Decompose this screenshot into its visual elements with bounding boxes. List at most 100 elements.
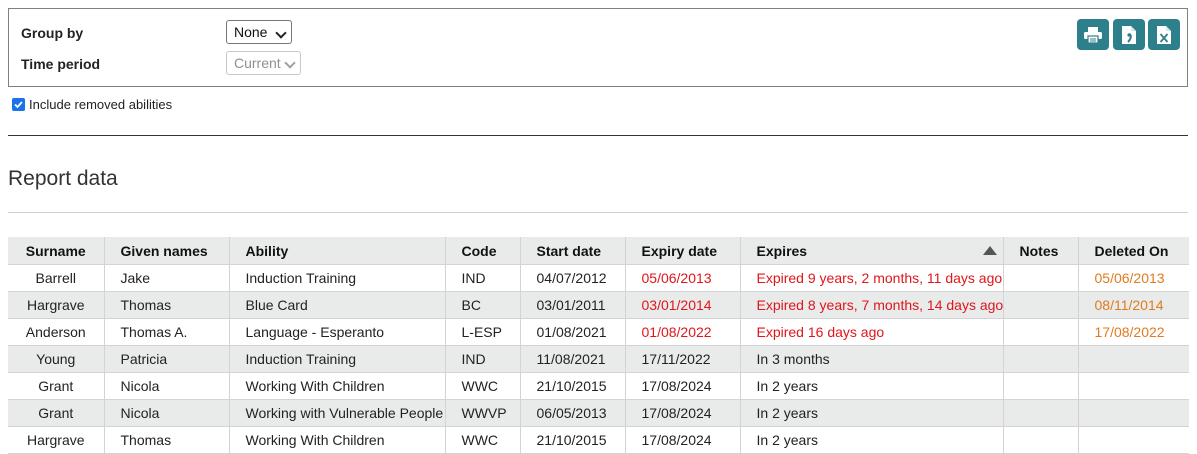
cell-deleted-on <box>1078 426 1189 454</box>
cell-deleted-on: 17/08/2022 <box>1078 318 1189 346</box>
time-period-label: Time period <box>21 56 101 72</box>
cell-surname: Barrell <box>8 264 105 292</box>
table-row: Hargrave Thomas Blue Card BC 03/01/2011 … <box>8 291 1189 319</box>
cell-start-date: 04/07/2012 <box>520 264 626 292</box>
cell-surname: Hargrave <box>8 426 105 454</box>
cell-expires: In 2 years <box>740 426 1004 454</box>
time-period-value: Current <box>234 55 281 71</box>
column-header-surname[interactable]: Surname <box>8 237 105 265</box>
group-by-select[interactable]: None <box>226 20 292 44</box>
filter-panel: Group by None Time period Current <box>8 8 1188 87</box>
cell-expiry-date: 17/08/2024 <box>625 426 741 454</box>
cell-notes <box>1003 291 1079 319</box>
cell-expiry-date: 17/11/2022 <box>625 345 741 373</box>
cell-code: IND <box>445 264 521 292</box>
cell-notes <box>1003 399 1079 427</box>
cell-surname: Grant <box>8 372 105 400</box>
cell-start-date: 21/10/2015 <box>520 372 626 400</box>
cell-ability: Language - Esperanto <box>229 318 446 346</box>
cell-start-date: 21/10/2015 <box>520 426 626 454</box>
cell-expires: Expired 8 years, 7 months, 14 days ago <box>740 291 1004 319</box>
cell-expires: Expired 16 days ago <box>740 318 1004 346</box>
table-row: Grant Nicola Working with Vulnerable Peo… <box>8 399 1189 427</box>
cell-code: WWC <box>445 372 521 400</box>
cell-given-names: Nicola <box>104 399 230 427</box>
time-period-select[interactable]: Current <box>226 51 301 75</box>
cell-deleted-on: 05/06/2013 <box>1078 264 1189 292</box>
divider <box>8 212 1188 213</box>
cell-expiry-date: 03/01/2014 <box>625 291 741 319</box>
column-header-expiry-date[interactable]: Expiry date <box>625 237 741 265</box>
column-header-start-date[interactable]: Start date <box>520 237 626 265</box>
cell-ability: Blue Card <box>229 291 446 319</box>
cell-notes <box>1003 426 1079 454</box>
cell-deleted-on: 08/11/2014 <box>1078 291 1189 319</box>
cell-code: IND <box>445 345 521 373</box>
cell-given-names: Jake <box>104 264 230 292</box>
chevron-down-icon <box>275 27 287 39</box>
cell-given-names: Thomas <box>104 291 230 319</box>
cell-notes <box>1003 372 1079 400</box>
table-row: Young Patricia Induction Training IND 11… <box>8 345 1189 373</box>
cell-given-names: Thomas <box>104 426 230 454</box>
cell-ability: Working With Children <box>229 426 446 454</box>
report-table: Surname Given names Ability Code Start d… <box>8 237 1189 454</box>
cell-expiry-date: 17/08/2024 <box>625 372 741 400</box>
cell-surname: Hargrave <box>8 291 105 319</box>
cell-deleted-on <box>1078 399 1189 427</box>
column-header-given-names[interactable]: Given names <box>104 237 230 265</box>
cell-surname: Anderson <box>8 318 105 346</box>
column-header-notes[interactable]: Notes <box>1003 237 1079 265</box>
cell-given-names: Nicola <box>104 372 230 400</box>
include-removed-row: Include removed abilities <box>12 97 172 112</box>
cell-deleted-on <box>1078 345 1189 373</box>
cell-notes <box>1003 318 1079 346</box>
chevron-down-icon <box>284 57 296 69</box>
table-header-row: Surname Given names Ability Code Start d… <box>8 237 1189 265</box>
cell-given-names: Patricia <box>104 345 230 373</box>
cell-surname: Grant <box>8 399 105 427</box>
table-row: Barrell Jake Induction Training IND 04/0… <box>8 264 1189 292</box>
cell-given-names: Thomas A. <box>104 318 230 346</box>
column-header-ability[interactable]: Ability <box>229 237 446 265</box>
cell-expires: In 2 years <box>740 372 1004 400</box>
cell-surname: Young <box>8 345 105 373</box>
cell-expires: Expired 9 years, 2 months, 11 days ago <box>740 264 1004 292</box>
cell-expires: In 3 months <box>740 345 1004 373</box>
include-removed-checkbox[interactable] <box>12 98 25 111</box>
cell-start-date: 11/08/2021 <box>520 345 626 373</box>
cell-expiry-date: 01/08/2022 <box>625 318 741 346</box>
include-removed-label[interactable]: Include removed abilities <box>29 97 172 112</box>
pdf-file-icon <box>1122 25 1136 44</box>
cell-ability: Working With Children <box>229 372 446 400</box>
cell-start-date: 03/01/2011 <box>520 291 626 319</box>
cell-start-date: 06/05/2013 <box>520 399 626 427</box>
table-row: Hargrave Thomas Working With Children WW… <box>8 426 1189 454</box>
table-row: Anderson Thomas A. Language - Esperanto … <box>8 318 1189 346</box>
cell-deleted-on <box>1078 372 1189 400</box>
printer-icon <box>1084 26 1102 44</box>
excel-export-button[interactable] <box>1148 19 1180 50</box>
print-button[interactable] <box>1077 19 1109 50</box>
cell-code: L-ESP <box>445 318 521 346</box>
divider <box>8 135 1188 136</box>
cell-start-date: 01/08/2021 <box>520 318 626 346</box>
cell-code: WWVP <box>445 399 521 427</box>
cell-ability: Working with Vulnerable People <box>229 399 446 427</box>
section-title: Report data <box>8 167 118 190</box>
checkmark-icon <box>14 101 23 109</box>
cell-notes <box>1003 264 1079 292</box>
cell-notes <box>1003 345 1079 373</box>
cell-expiry-date: 17/08/2024 <box>625 399 741 427</box>
column-header-deleted-on[interactable]: Deleted On <box>1078 237 1189 265</box>
group-by-value: None <box>234 24 268 40</box>
column-header-code[interactable]: Code <box>445 237 521 265</box>
column-header-expires[interactable]: Expires <box>740 237 1004 265</box>
pdf-export-button[interactable] <box>1113 19 1145 50</box>
sort-ascending-icon <box>982 246 997 255</box>
cell-code: WWC <box>445 426 521 454</box>
cell-code: BC <box>445 291 521 319</box>
group-by-label: Group by <box>21 25 84 41</box>
column-header-expires-label: Expires <box>756 242 808 259</box>
excel-file-icon <box>1157 25 1171 44</box>
